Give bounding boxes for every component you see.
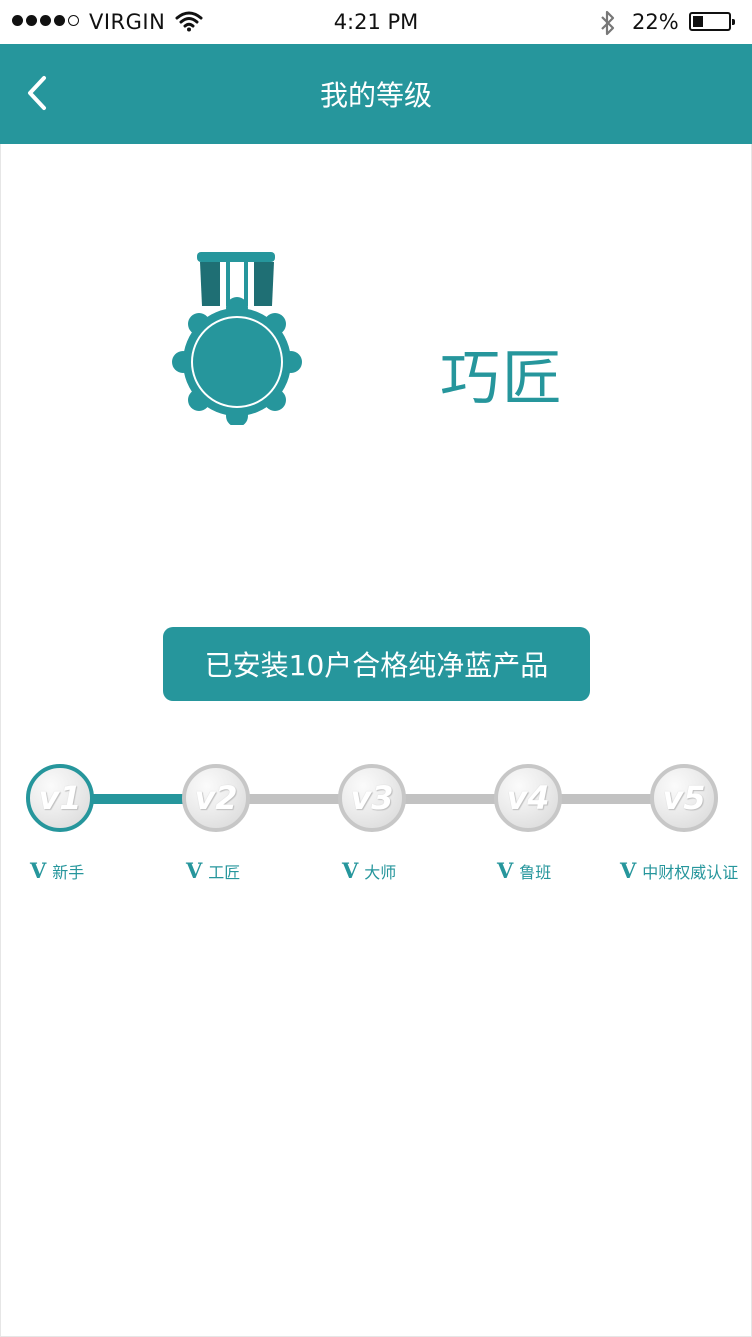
level-prefix: V	[186, 858, 203, 883]
level-prefix: V	[497, 858, 514, 883]
level-label-v1: V 新手	[30, 858, 84, 883]
battery-percent: 22%	[632, 10, 679, 34]
level-label-v5: V 中财权威认证	[620, 858, 738, 883]
level-node-v3[interactable]: v3	[338, 764, 406, 832]
level-prefix: V	[30, 858, 47, 883]
level-badge-text: v5	[662, 779, 706, 817]
level-name: 工匠	[208, 862, 241, 882]
level-badge-text: v4	[506, 779, 550, 817]
level-badge-text: v2	[194, 779, 238, 817]
level-prefix: V	[342, 858, 359, 883]
progress-track-segment-2	[248, 794, 340, 804]
level-prefix: V	[620, 858, 637, 883]
level-node-v1[interactable]: v1	[26, 764, 94, 832]
level-label-v4: V 鲁班	[497, 858, 551, 883]
page-title: 我的等级	[319, 79, 432, 112]
level-name: 新手	[52, 862, 85, 882]
level-node-v4[interactable]: v4	[494, 764, 562, 832]
progress-track-segment-1	[92, 794, 184, 804]
bluetooth-icon	[598, 9, 618, 41]
level-node-v2[interactable]: v2	[182, 764, 250, 832]
progress-track-segment-3	[404, 794, 496, 804]
battery-icon	[689, 12, 735, 31]
level-name: 中财权威认证	[642, 862, 739, 882]
level-badge-text: v3	[350, 779, 394, 817]
level-label-v2: V 工匠	[186, 858, 240, 883]
level-label-v3: V 大师	[342, 858, 396, 883]
level-name: 大师	[364, 862, 397, 882]
current-level-name: 巧匠	[440, 344, 564, 414]
level-name: 鲁班	[519, 862, 552, 882]
level-badge-text: v1	[38, 779, 82, 817]
progress-track-segment-4	[560, 794, 652, 804]
status-bar: VIRGIN 4:21 PM 22%	[0, 0, 752, 44]
level-node-v5[interactable]: v5	[650, 764, 718, 832]
medal-icon	[172, 250, 302, 429]
nav-bar: 我的等级	[0, 44, 752, 144]
achievement-banner: 已安装10户合格纯净蓝产品	[163, 627, 590, 701]
